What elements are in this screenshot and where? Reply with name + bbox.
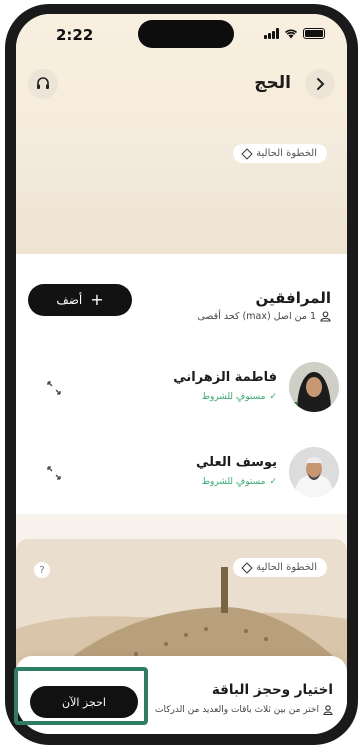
diamond-icon bbox=[241, 561, 253, 574]
plus-icon: + bbox=[90, 290, 104, 309]
avatar bbox=[289, 362, 339, 412]
companions-subtitle: 1 من اصل (max) كحد أقصى bbox=[198, 311, 331, 322]
battery-icon bbox=[303, 28, 325, 39]
help-icon[interactable]: ? bbox=[34, 562, 50, 578]
avatar bbox=[289, 447, 339, 497]
phone-frame: 2:22 الحج الخطوة الحالية المرافقين 1 من … bbox=[5, 4, 358, 745]
companion-name: فاطمة الزهراني bbox=[173, 370, 277, 385]
current-step-label: الخطوة الحالية bbox=[256, 148, 317, 159]
companion-name: يوسف العلي bbox=[196, 455, 277, 470]
current-step-badge: الخطوة الحالية bbox=[233, 558, 327, 577]
back-button[interactable] bbox=[305, 69, 335, 99]
package-sheet: اختيار وحجز الباقة اختر من بين ثلاث باقا… bbox=[16, 656, 347, 734]
current-step-badge: الخطوة الحالية bbox=[233, 144, 327, 163]
companion-row[interactable]: يوسف العلي ✓ مستوفٍ للشروط bbox=[24, 447, 339, 507]
current-step-label: الخطوة الحالية bbox=[256, 562, 317, 573]
signal-icon bbox=[264, 28, 279, 39]
eligibility-status: ✓ مستوفٍ للشروط bbox=[202, 392, 277, 402]
page-title: الحج bbox=[254, 73, 291, 93]
package-description: اختر من بين ثلاث باقات والعديد من الدركا… bbox=[155, 705, 319, 715]
support-button[interactable] bbox=[28, 69, 58, 99]
check-icon: ✓ bbox=[269, 477, 277, 487]
eligibility-label: مستوفٍ للشروط bbox=[201, 392, 266, 402]
check-icon: ✓ bbox=[269, 392, 277, 402]
eligibility-label: مستوفٍ للشروط bbox=[201, 477, 266, 487]
add-companion-button[interactable]: أضف + bbox=[28, 284, 132, 316]
chevron-right-icon bbox=[317, 78, 325, 90]
diamond-icon bbox=[241, 147, 253, 160]
package-title: اختيار وحجز الباقة bbox=[211, 682, 333, 698]
add-companion-label: أضف bbox=[56, 293, 83, 307]
headset-icon bbox=[37, 77, 49, 89]
users-icon bbox=[320, 311, 331, 322]
eligibility-status: ✓ مستوفٍ للشروط bbox=[202, 477, 277, 487]
status-icons bbox=[264, 28, 325, 39]
expand-icon[interactable] bbox=[46, 380, 62, 396]
companions-limit-text: 1 من اصل (max) كحد أقصى bbox=[197, 311, 316, 322]
wifi-icon bbox=[284, 29, 298, 39]
user-icon bbox=[323, 705, 333, 715]
companions-card: المرافقين 1 من اصل (max) كحد أقصى أضف + … bbox=[16, 254, 347, 514]
book-now-button[interactable]: احجز الآن bbox=[30, 686, 138, 718]
package-subtitle: اختر من بين ثلاث باقات والعديد من الدركا… bbox=[155, 705, 333, 715]
expand-icon[interactable] bbox=[46, 465, 62, 481]
companion-row[interactable]: فاطمة الزهراني ✓ مستوفٍ للشروط bbox=[24, 362, 339, 422]
app-screen: 2:22 الحج الخطوة الحالية المرافقين 1 من … bbox=[16, 14, 347, 734]
status-time: 2:22 bbox=[56, 26, 94, 44]
companions-title: المرافقين bbox=[255, 289, 331, 307]
dynamic-island bbox=[138, 20, 234, 48]
